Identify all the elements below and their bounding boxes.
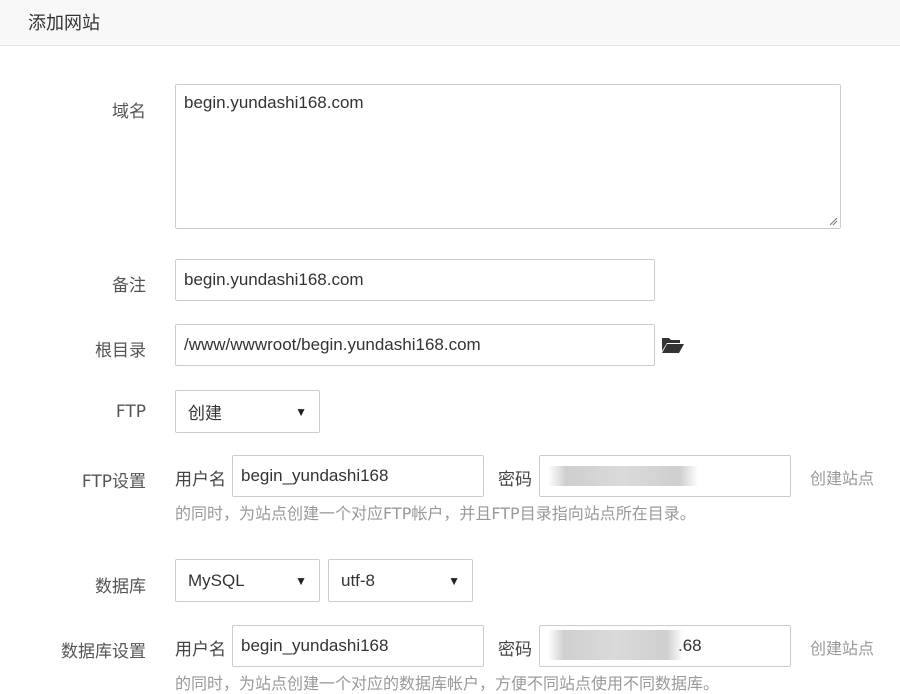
root-dir-text: /www/wwwroot/begin.yundashi168.com bbox=[184, 335, 481, 354]
db-username-text: begin_yundashi168 bbox=[241, 636, 389, 655]
remark-input[interactable]: begin.yundashi168.com bbox=[175, 259, 655, 301]
db-username-input[interactable]: begin_yundashi168 bbox=[232, 625, 484, 667]
root-dir-input[interactable]: /www/wwwroot/begin.yundashi168.com bbox=[175, 324, 655, 366]
db-password-label: 密码 bbox=[498, 640, 532, 660]
ftp-select[interactable]: 创建 ▼ bbox=[175, 390, 320, 433]
database-type-select[interactable]: MySQL ▼ bbox=[175, 559, 320, 602]
redaction-blur bbox=[548, 466, 698, 486]
ftp-select-value: 创建 bbox=[188, 404, 222, 423]
db-username-label: 用户名 bbox=[175, 640, 226, 660]
db-hint-line1: 创建站点 bbox=[810, 639, 875, 658]
dropdown-caret-icon: ▼ bbox=[448, 573, 460, 588]
folder-open-icon[interactable] bbox=[661, 335, 685, 355]
domain-text: begin.yundashi168.com bbox=[184, 93, 364, 112]
resize-handle-icon[interactable] bbox=[828, 216, 838, 226]
ftp-hint-line2: 的同时，为站点创建一个对应FTP帐户，并且FTP目录指向站点所在目录。 bbox=[175, 504, 696, 523]
dialog-title: 添加网站 bbox=[28, 13, 100, 34]
ftp-username-text: begin_yundashi168 bbox=[241, 466, 389, 485]
database-charset-select[interactable]: utf-8 ▼ bbox=[328, 559, 473, 602]
dropdown-caret-icon: ▼ bbox=[295, 404, 307, 419]
db-settings-label: 数据库设置 bbox=[61, 642, 146, 662]
domain-label: 域名 bbox=[112, 102, 146, 122]
redaction-blur bbox=[548, 630, 683, 660]
domain-textarea[interactable]: begin.yundashi168.com bbox=[175, 84, 841, 229]
root-dir-label: 根目录 bbox=[95, 341, 146, 361]
remark-text: begin.yundashi168.com bbox=[184, 270, 364, 289]
ftp-username-label: 用户名 bbox=[175, 470, 226, 490]
dropdown-caret-icon: ▼ bbox=[295, 573, 307, 588]
ftp-hint-line1: 创建站点 bbox=[810, 469, 875, 488]
ftp-settings-label: FTP设置 bbox=[81, 472, 146, 492]
ftp-username-input[interactable]: begin_yundashi168 bbox=[232, 455, 484, 497]
db-hint-line2: 的同时，为站点创建一个对应的数据库帐户，方便不同站点使用不同数据库。 bbox=[175, 674, 720, 693]
database-label: 数据库 bbox=[95, 577, 146, 597]
database-type-value: MySQL bbox=[188, 570, 245, 590]
ftp-label: FTP bbox=[115, 402, 146, 422]
ftp-password-label: 密码 bbox=[498, 470, 532, 490]
remark-label: 备注 bbox=[112, 276, 146, 296]
database-charset-value: utf-8 bbox=[341, 570, 376, 590]
dialog-header: 添加网站 bbox=[0, 0, 900, 46]
